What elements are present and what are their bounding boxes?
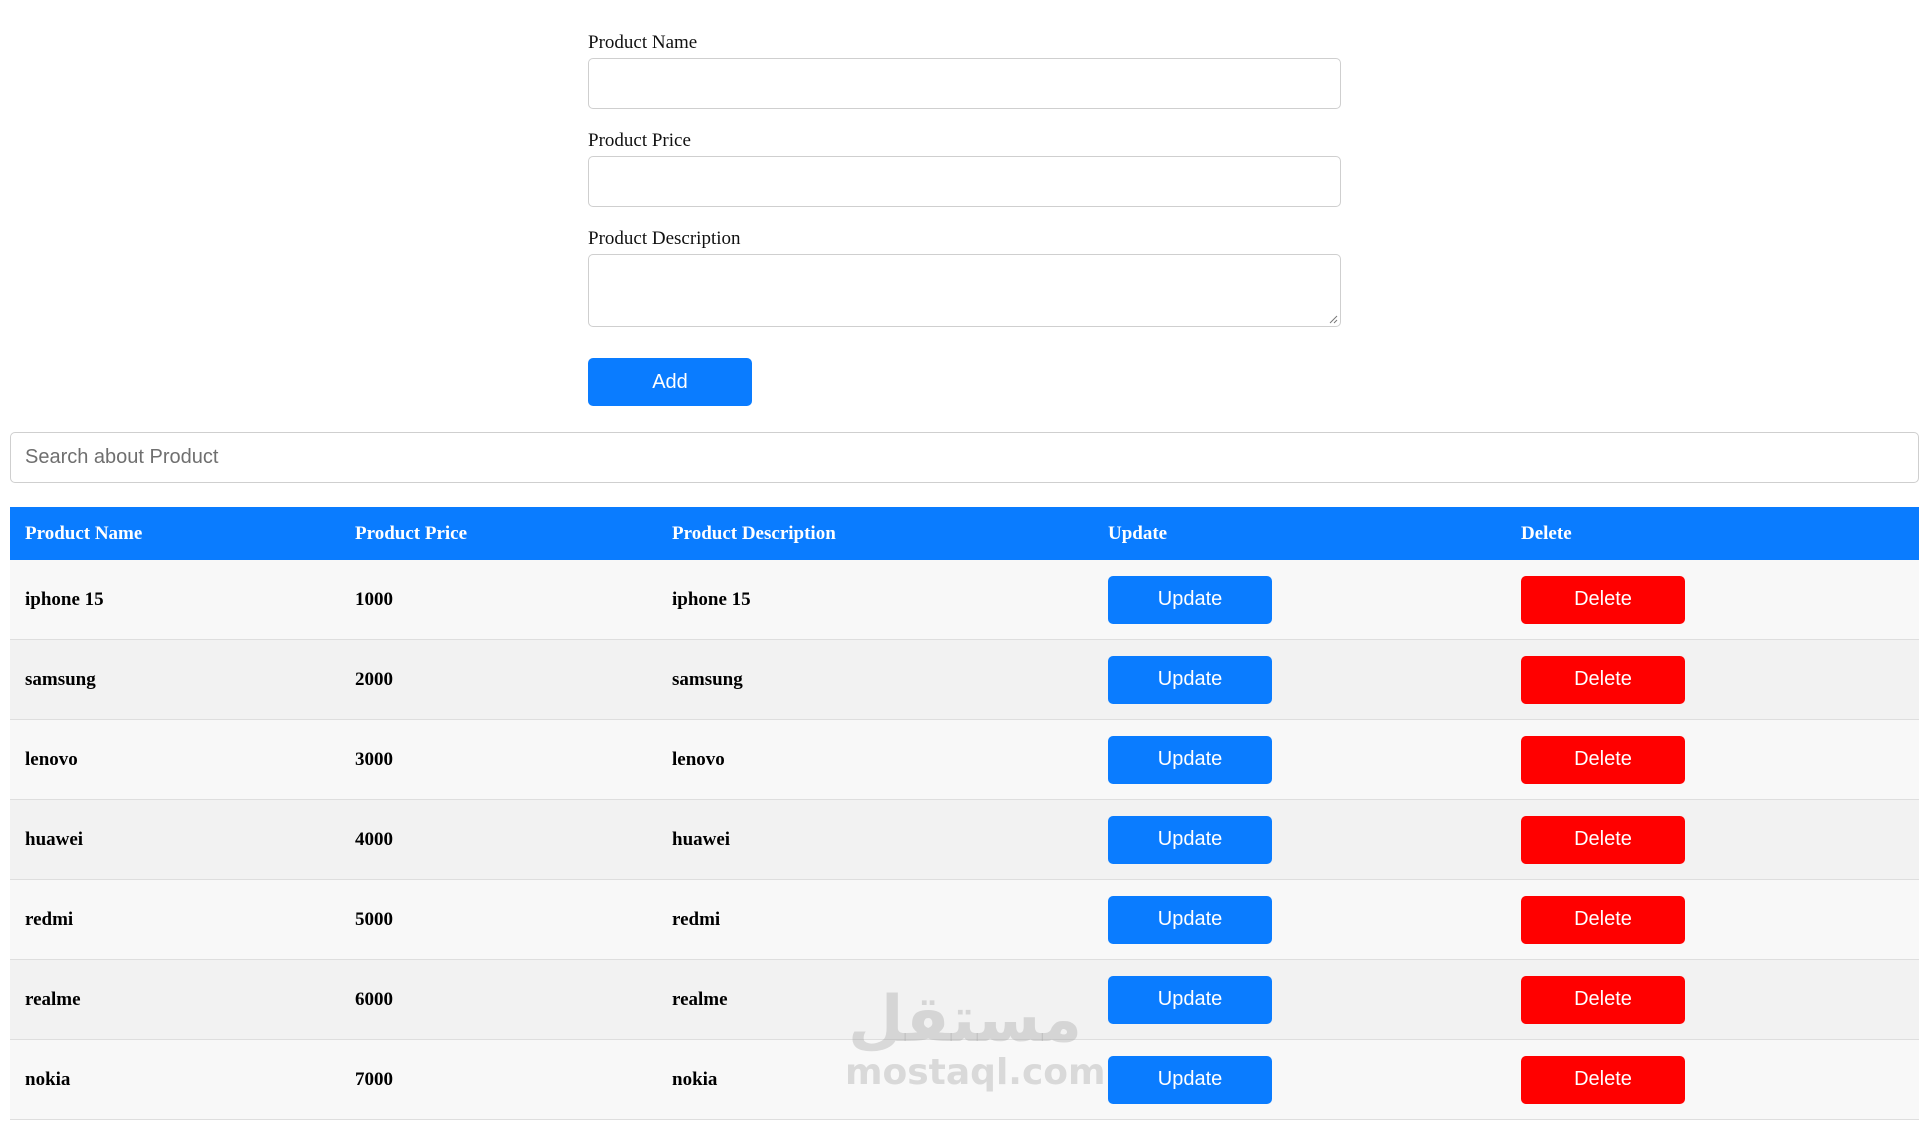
delete-button[interactable]: Delete	[1521, 735, 1685, 784]
product-form: Product Name Product Price Product Descr…	[588, 32, 1341, 406]
product-price-label: Product Price	[588, 130, 691, 151]
delete-button[interactable]: Delete	[1521, 895, 1685, 944]
update-button[interactable]: Update	[1108, 575, 1272, 624]
header-product-price: Product Price	[355, 522, 468, 544]
table-row: redmi 5000 redmi Update Delete	[10, 880, 1919, 960]
table-row: huawei 4000 huawei Update Delete	[10, 800, 1919, 880]
cell-product-name: nokia	[25, 1068, 71, 1090]
cell-product-price: 1000	[355, 588, 393, 610]
update-button[interactable]: Update	[1108, 895, 1272, 944]
cell-product-description: nokia	[672, 1068, 718, 1090]
products-table: Product Name Product Price Product Descr…	[10, 507, 1919, 1120]
update-button[interactable]: Update	[1108, 655, 1272, 704]
delete-button[interactable]: Delete	[1521, 1055, 1685, 1104]
update-button[interactable]: Update	[1108, 975, 1272, 1024]
cell-product-name: redmi	[25, 908, 74, 930]
delete-button[interactable]: Delete	[1521, 975, 1685, 1024]
table-header: Product Name Product Price Product Descr…	[10, 507, 1919, 560]
product-name-input[interactable]	[588, 58, 1341, 109]
cell-product-price: 5000	[355, 908, 393, 930]
add-button[interactable]: Add	[588, 358, 752, 406]
table-row: samsung 2000 samsung Update Delete	[10, 640, 1919, 720]
table-row: iphone 15 1000 iphone 15 Update Delete	[10, 560, 1919, 640]
delete-button[interactable]: Delete	[1521, 655, 1685, 704]
cell-product-name: iphone 15	[25, 588, 104, 610]
update-button[interactable]: Update	[1108, 1055, 1272, 1104]
table-row: realme 6000 realme Update Delete	[10, 960, 1919, 1040]
product-name-label: Product Name	[588, 32, 698, 53]
cell-product-description: huawei	[672, 828, 731, 850]
cell-product-price: 2000	[355, 668, 393, 690]
product-description-label: Product Description	[588, 228, 741, 249]
cell-product-price: 6000	[355, 988, 393, 1010]
update-button[interactable]: Update	[1108, 815, 1272, 864]
cell-product-price: 4000	[355, 828, 393, 850]
header-product-description: Product Description	[672, 522, 836, 544]
delete-button[interactable]: Delete	[1521, 815, 1685, 864]
table-row: lenovo 3000 lenovo Update Delete	[10, 720, 1919, 800]
search-input[interactable]: Search about Product	[10, 432, 1919, 483]
delete-button[interactable]: Delete	[1521, 575, 1685, 624]
cell-product-price: 7000	[355, 1068, 393, 1090]
header-update: Update	[1108, 522, 1168, 544]
cell-product-name: realme	[25, 988, 81, 1010]
product-price-input[interactable]	[588, 156, 1341, 207]
cell-product-name: samsung	[25, 668, 96, 690]
cell-product-description: realme	[672, 988, 728, 1010]
header-product-name: Product Name	[25, 522, 143, 544]
cell-product-name: lenovo	[25, 748, 78, 770]
resize-grip-icon[interactable]	[1328, 314, 1338, 324]
cell-product-name: huawei	[25, 828, 84, 850]
cell-product-price: 3000	[355, 748, 393, 770]
product-description-textarea[interactable]	[588, 254, 1341, 327]
cell-product-description: iphone 15	[672, 588, 751, 610]
cell-product-description: samsung	[672, 668, 743, 690]
header-delete: Delete	[1521, 522, 1572, 544]
table-row: nokia 7000 nokia Update Delete	[10, 1040, 1919, 1120]
update-button[interactable]: Update	[1108, 735, 1272, 784]
cell-product-description: redmi	[672, 908, 721, 930]
cell-product-description: lenovo	[672, 748, 725, 770]
